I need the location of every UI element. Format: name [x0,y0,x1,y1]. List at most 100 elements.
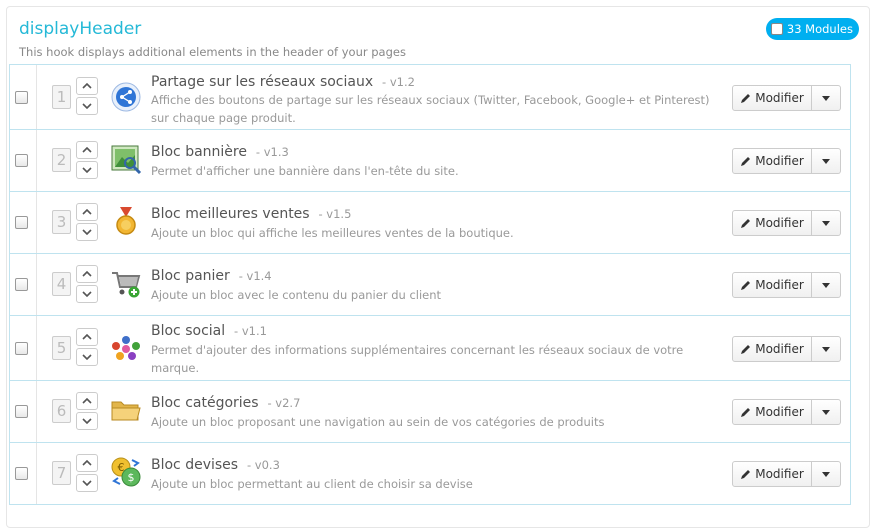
module-description: Ajoute un bloc qui affiche les meilleure… [151,226,514,240]
module-version: - v2.7 [267,396,301,410]
chevron-down-icon [82,418,92,424]
module-title: Bloc bannière [151,144,247,160]
position-number: 2 [52,148,71,172]
module-row: 3 Bloc meilleures ventes - v1.5 Ajoute u… [9,191,851,253]
row-divider [36,192,37,253]
module-version: - v1.3 [255,145,289,159]
modify-label: Modifier [755,467,804,481]
hook-description: This hook displays additional elements i… [19,45,406,59]
position-number: 1 [52,85,71,109]
position-number: 6 [52,399,71,423]
module-checkbox[interactable] [15,216,28,229]
module-checkbox[interactable] [15,467,28,480]
module-name: Bloc bannière - v1.3 [151,144,289,160]
medal-icon [110,205,142,237]
caret-down-icon [822,346,830,352]
pencil-icon [741,344,751,354]
module-description: Ajoute un bloc avec le contenu du panier… [151,288,442,302]
modify-button[interactable]: Modifier [732,210,812,236]
row-divider [36,130,37,191]
module-checkbox[interactable] [15,342,28,355]
module-description: Permet d'afficher une bannière dans l'en… [151,164,459,178]
banner-icon [110,143,142,175]
move-down-button[interactable] [76,412,98,430]
modify-button[interactable]: Modifier [732,272,812,298]
caret-down-icon [822,282,830,288]
modules-count-badge[interactable]: 33 Modules [765,18,859,40]
move-down-button[interactable] [76,161,98,179]
currency-icon: € $ [110,456,142,488]
move-up-button[interactable] [76,203,98,221]
module-version: - v1.4 [238,269,272,283]
move-down-button[interactable] [76,474,98,492]
module-row: 1 Partage sur les réseaux sociaux - v1.2… [9,64,851,129]
move-up-button[interactable] [76,141,98,159]
modify-dropdown-button[interactable] [812,336,841,362]
chevron-up-icon [82,334,92,340]
modify-button[interactable]: Modifier [732,85,812,111]
move-up-button[interactable] [76,265,98,283]
chevron-down-icon [82,103,92,109]
modify-button[interactable]: Modifier [732,148,812,174]
reorder-arrows [76,203,98,243]
modify-dropdown-button[interactable] [812,210,841,236]
modify-button[interactable]: Modifier [732,461,812,487]
modify-button[interactable]: Modifier [732,336,812,362]
module-title: Bloc panier [151,268,230,284]
pencil-icon [741,218,751,228]
module-checkbox[interactable] [15,154,28,167]
modify-dropdown-button[interactable] [812,148,841,174]
hook-title: displayHeader [19,19,142,39]
move-down-button[interactable] [76,285,98,303]
modify-button-group: Modifier [732,148,841,174]
module-name: Bloc meilleures ventes - v1.5 [151,206,351,222]
module-name: Bloc devises - v0.3 [151,457,280,473]
chevron-down-icon [82,167,92,173]
modify-dropdown-button[interactable] [812,461,841,487]
move-up-button[interactable] [76,392,98,410]
modify-button[interactable]: Modifier [732,399,812,425]
module-version: - v1.2 [382,75,415,89]
row-divider [36,443,37,504]
reorder-arrows [76,265,98,305]
modify-dropdown-button[interactable] [812,272,841,298]
move-up-button[interactable] [76,454,98,472]
module-name: Bloc catégories - v2.7 [151,395,300,411]
select-all-checkbox-icon[interactable] [770,23,783,35]
module-row: 7 € $ Bloc devises - v0.3 Ajoute un bloc … [9,442,851,505]
modules-count-label: 33 Modules [786,22,853,36]
position-number: 5 [52,336,71,360]
module-checkbox[interactable] [15,91,28,104]
chevron-up-icon [82,271,92,277]
position-number: 4 [52,272,71,296]
chevron-up-icon [82,398,92,404]
module-row: 6 Bloc catégories - v2.7 Ajoute un bloc … [9,380,851,442]
move-down-button[interactable] [76,97,98,115]
chevron-down-icon [82,291,92,297]
modify-button-group: Modifier [732,461,841,487]
move-up-button[interactable] [76,328,98,346]
move-down-button[interactable] [76,348,98,366]
module-title: Bloc devises [151,457,239,473]
modify-dropdown-button[interactable] [812,85,841,111]
caret-down-icon [822,409,830,415]
modify-dropdown-button[interactable] [812,399,841,425]
modify-label: Modifier [755,278,804,292]
modify-label: Modifier [755,216,804,230]
folder-icon [110,394,142,426]
module-version: - v0.3 [247,458,280,472]
move-up-button[interactable] [76,77,98,95]
module-title: Partage sur les réseaux sociaux [151,74,374,90]
caret-down-icon [822,158,830,164]
module-description: Ajoute un bloc permettant au client de c… [151,477,473,491]
modify-button-group: Modifier [732,399,841,425]
module-checkbox[interactable] [15,278,28,291]
modify-button-group: Modifier [732,210,841,236]
module-list: 1 Partage sur les réseaux sociaux - v1.2… [9,64,851,505]
module-description: Permet d'ajouter des informations supplé… [151,343,684,375]
module-name: Partage sur les réseaux sociaux - v1.2 [151,74,415,90]
module-checkbox[interactable] [15,405,28,418]
move-down-button[interactable] [76,223,98,241]
modify-button-group: Modifier [732,336,841,362]
modify-label: Modifier [755,91,804,105]
